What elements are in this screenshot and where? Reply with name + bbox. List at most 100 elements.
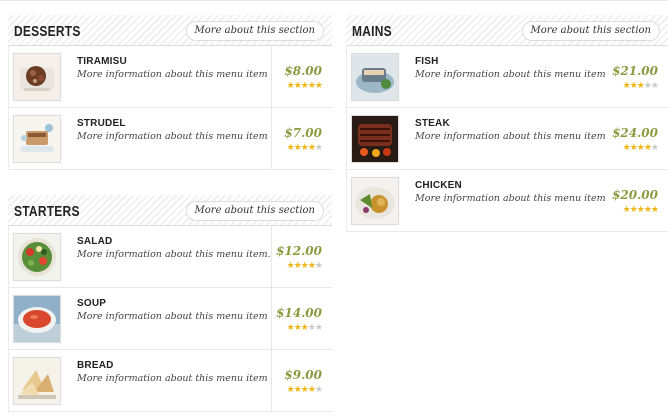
item-description: More information about this menu item: [77, 69, 268, 80]
rating-stars: ★★★★★: [286, 261, 323, 271]
star-empty-icon: ★: [650, 143, 659, 153]
item-name[interactable]: SALAD: [77, 236, 112, 247]
item-name[interactable]: CHICKEN: [415, 180, 462, 191]
star-filled-icon: ★: [622, 143, 631, 153]
rating-stars: ★★★★★: [623, 205, 659, 215]
fish-photo-icon[interactable]: [351, 53, 399, 101]
more-about-section-button[interactable]: More about this section: [521, 21, 660, 41]
item-price: $9.00: [284, 368, 322, 382]
star-filled-icon: ★: [650, 205, 659, 215]
star-filled-icon: ★: [307, 81, 316, 91]
more-about-section-button[interactable]: More about this section: [185, 21, 324, 41]
star-filled-icon: ★: [643, 205, 652, 215]
star-empty-icon: ★: [314, 261, 323, 271]
price-column: $12.00 ★★★★★: [271, 226, 332, 287]
star-filled-icon: ★: [293, 323, 302, 333]
star-filled-icon: ★: [293, 143, 302, 153]
star-empty-icon: ★: [643, 81, 652, 91]
star-filled-icon: ★: [622, 81, 631, 91]
section-header: DESSERTS More about this section: [8, 15, 332, 46]
item-name[interactable]: FISH: [415, 56, 439, 67]
star-filled-icon: ★: [314, 81, 323, 91]
bread-photo-icon[interactable]: [13, 357, 61, 405]
section-header: STARTERS More about this section: [8, 195, 332, 226]
star-filled-icon: ★: [629, 205, 638, 215]
price-column: $20.00 ★★★★★: [612, 170, 668, 231]
rating-stars: ★★★★★: [286, 385, 323, 395]
star-filled-icon: ★: [300, 81, 309, 91]
menu-item[interactable]: SOUP More information about this menu it…: [9, 288, 332, 350]
price-column: $8.00 ★★★★★: [271, 46, 332, 107]
item-name[interactable]: SOUP: [77, 298, 106, 309]
item-price: $20.00: [612, 188, 658, 202]
star-filled-icon: ★: [636, 81, 645, 91]
star-filled-icon: ★: [643, 143, 652, 153]
top-divider: [0, 0, 668, 1]
star-filled-icon: ★: [300, 385, 309, 395]
star-empty-icon: ★: [314, 385, 323, 395]
price-column: $14.00 ★★★★★: [271, 288, 332, 349]
star-filled-icon: ★: [636, 143, 645, 153]
star-empty-icon: ★: [314, 323, 323, 333]
item-description: More information about this menu item: [77, 373, 268, 384]
chicken-photo-icon[interactable]: [351, 177, 399, 225]
star-filled-icon: ★: [286, 81, 295, 91]
salad-photo-icon[interactable]: [13, 233, 61, 281]
star-filled-icon: ★: [300, 261, 309, 271]
star-filled-icon: ★: [629, 143, 638, 153]
section-desserts: DESSERTS More about this section TIRAMIS…: [8, 15, 332, 170]
star-filled-icon: ★: [300, 323, 309, 333]
star-filled-icon: ★: [300, 143, 309, 153]
item-name[interactable]: TIRAMISU: [77, 56, 127, 67]
price-column: $9.00 ★★★★★: [271, 350, 332, 411]
section-starters: STARTERS More about this section SALAD M…: [8, 195, 332, 412]
star-filled-icon: ★: [307, 385, 316, 395]
item-price: $12.00: [276, 244, 322, 258]
steak-photo-icon[interactable]: [351, 115, 399, 163]
star-empty-icon: ★: [307, 323, 316, 333]
item-name[interactable]: BREAD: [77, 360, 114, 371]
section-title: DESSERTS: [14, 23, 81, 40]
star-empty-icon: ★: [314, 143, 323, 153]
menu-item[interactable]: FISH More information about this menu it…: [347, 46, 668, 108]
menu-item[interactable]: SALAD More information about this menu i…: [9, 226, 332, 288]
menu-item[interactable]: CHICKEN More information about this menu…: [347, 170, 668, 232]
item-price: $8.00: [284, 64, 322, 78]
menu-item[interactable]: STEAK More information about this menu i…: [347, 108, 668, 170]
item-name[interactable]: STEAK: [415, 118, 450, 129]
more-about-section-button[interactable]: More about this section: [185, 201, 324, 221]
star-filled-icon: ★: [293, 81, 302, 91]
star-filled-icon: ★: [286, 323, 295, 333]
star-empty-icon: ★: [650, 81, 659, 91]
item-description: More information about this menu item: [415, 131, 606, 142]
menu-item[interactable]: STRUDEL More information about this menu…: [9, 108, 332, 170]
rating-stars: ★★★★★: [287, 143, 323, 153]
strudel-photo-icon[interactable]: [13, 115, 61, 163]
menu-item[interactable]: TIRAMISU More information about this men…: [9, 46, 332, 108]
item-price: $14.00: [276, 306, 322, 320]
item-price: $21.00: [612, 64, 658, 78]
star-filled-icon: ★: [629, 81, 638, 91]
item-name[interactable]: STRUDEL: [77, 118, 126, 129]
price-column: $24.00 ★★★★★: [612, 108, 668, 169]
item-description: More information about this menu item: [77, 311, 268, 322]
star-filled-icon: ★: [293, 261, 302, 271]
item-description: More information about this menu item: [415, 69, 606, 80]
price-column: $21.00 ★★★★★: [612, 46, 668, 107]
tiramisu-photo-icon[interactable]: [13, 53, 61, 101]
star-filled-icon: ★: [286, 385, 295, 395]
section-mains: MAINS More about this section FISH More …: [346, 15, 668, 232]
soup-photo-icon[interactable]: [13, 295, 61, 343]
star-filled-icon: ★: [293, 385, 302, 395]
rating-stars: ★★★★★: [622, 143, 659, 153]
item-price: $7.00: [284, 126, 322, 140]
star-filled-icon: ★: [307, 143, 316, 153]
rating-stars: ★★★★★: [286, 81, 323, 91]
section-title: STARTERS: [14, 203, 80, 220]
star-filled-icon: ★: [307, 261, 316, 271]
item-price: $24.00: [612, 126, 658, 140]
menu-item[interactable]: BREAD More information about this menu i…: [9, 350, 332, 412]
section-title: MAINS: [352, 23, 392, 40]
star-filled-icon: ★: [286, 261, 295, 271]
item-description: More information about this menu item.: [77, 249, 271, 260]
